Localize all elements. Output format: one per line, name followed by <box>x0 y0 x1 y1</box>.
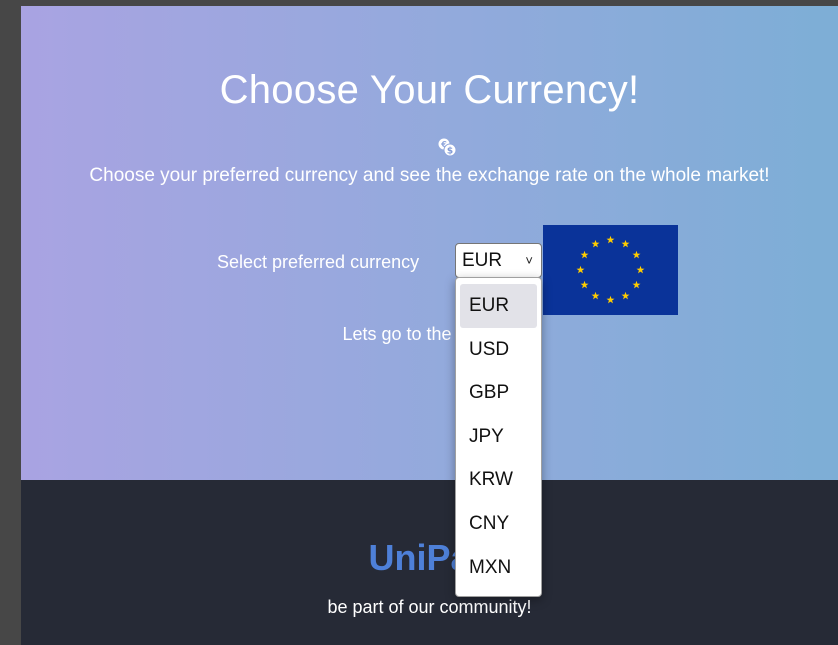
currency-select[interactable]: EUR ˅ <box>455 243 542 278</box>
currency-option-usd[interactable]: USD <box>460 328 537 372</box>
currency-option-krw[interactable]: KRW <box>460 458 537 502</box>
currency-option-eur[interactable]: EUR <box>460 284 537 328</box>
page-title: Choose Your Currency! <box>219 68 640 112</box>
market-link[interactable]: Lets go to the market! <box>21 324 838 345</box>
page: Choose Your Currency! € $ Choose your pr… <box>21 6 838 645</box>
eu-flag-image <box>543 225 678 315</box>
currency-select-label: Select preferred currency <box>217 252 420 272</box>
hero-section: Choose Your Currency! € $ Choose your pr… <box>21 6 838 480</box>
currency-option-mxn[interactable]: MXN <box>460 546 537 590</box>
svg-text:$: $ <box>447 147 453 157</box>
coins-icon: € $ <box>438 138 457 157</box>
chevron-down-icon: ˅ <box>525 253 533 268</box>
footer-tagline: be part of our community! <box>327 597 532 617</box>
currency-dropdown-list: EUR USD GBP JPY KRW CNY MXN <box>455 277 542 597</box>
currency-option-jpy[interactable]: JPY <box>460 415 537 459</box>
currency-option-cny[interactable]: CNY <box>460 502 537 546</box>
brand-name: UniPay <box>368 537 491 578</box>
subtitle: Choose your preferred currency and see t… <box>89 165 770 186</box>
footer: UniPay be part of our community! <box>21 480 838 645</box>
currency-option-gbp[interactable]: GBP <box>460 371 537 415</box>
currency-select-value: EUR <box>462 250 503 271</box>
